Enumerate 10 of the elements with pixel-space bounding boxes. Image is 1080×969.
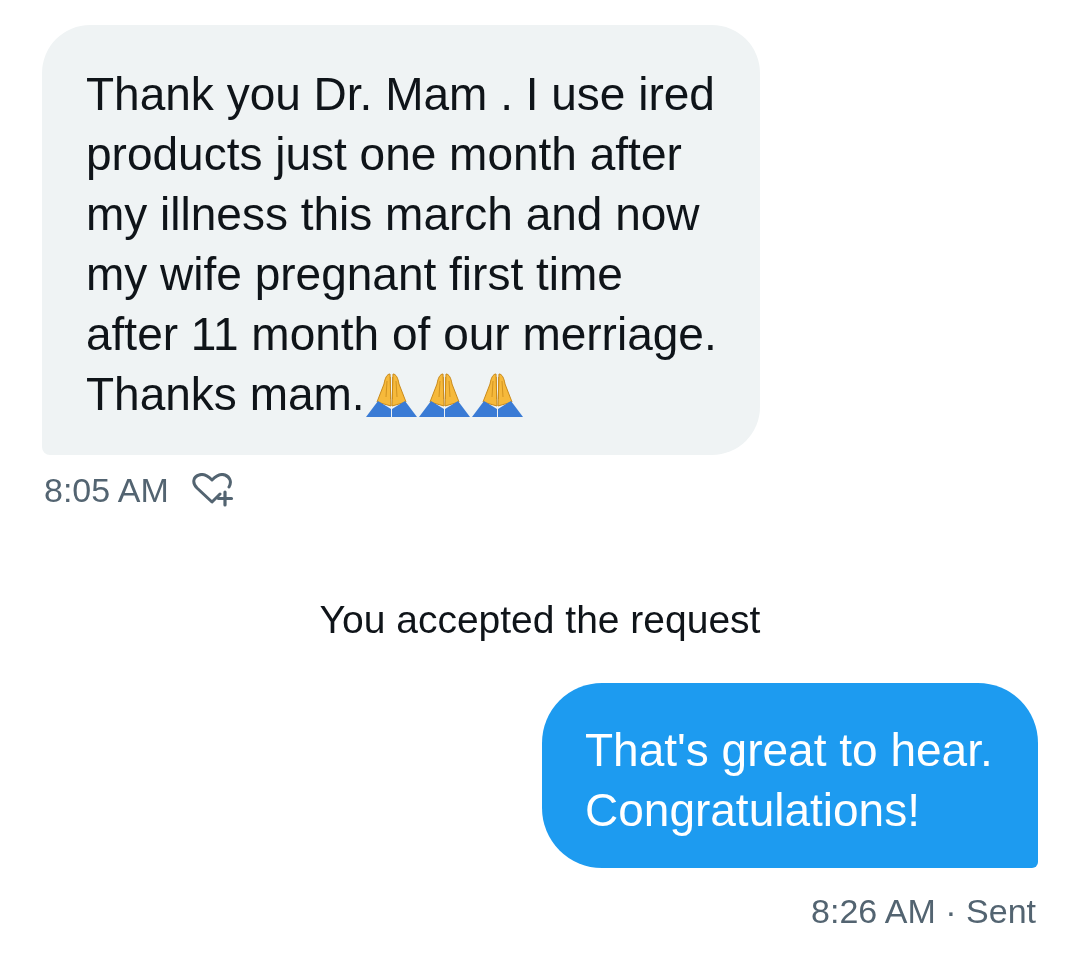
message-text: Thank you Dr. Mam . I use ired products just one month after my illness this march and now my wife pregnant first time after 11 month of our merriage.: [86, 67, 718, 362]
message-text: Thanks mam.: [86, 368, 365, 420]
folded-hands-icon: [417, 373, 471, 418]
folded-hands-icon: [470, 373, 524, 418]
message-text: That's great to hear. Congratulations!: [585, 723, 994, 838]
heart-plus-icon[interactable]: [190, 473, 235, 507]
system-message: You accepted the request: [319, 597, 761, 643]
timestamp: 8:26 AM · Sent: [811, 891, 1036, 931]
folded-hands-icon: [364, 373, 418, 418]
timestamp: 8:05 AM: [44, 470, 169, 510]
